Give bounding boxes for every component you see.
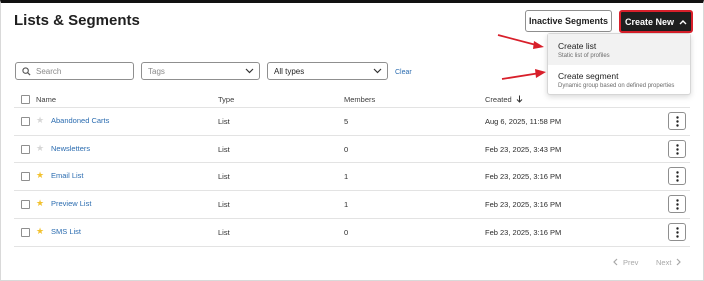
row-actions-button[interactable]	[668, 167, 686, 185]
list-created: Feb 23, 2025, 3:43 PM	[485, 145, 562, 154]
chevron-right-icon	[676, 258, 682, 266]
chevron-down-icon	[245, 68, 254, 74]
list-type: List	[218, 172, 230, 181]
menu-item-title: Create list	[558, 41, 597, 51]
list-members: 0	[344, 228, 349, 237]
list-type: List	[218, 228, 230, 237]
create-new-menu: Create list Static list of profiles Crea…	[547, 33, 691, 95]
menu-item-subtitle: Static list of profiles	[558, 53, 610, 59]
row-divider	[14, 218, 690, 219]
row-divider	[14, 246, 690, 247]
row-checkbox[interactable]	[21, 228, 30, 237]
star-icon[interactable]: ★	[36, 171, 44, 180]
column-header-created[interactable]: Created	[485, 95, 523, 104]
row-actions-button[interactable]	[668, 112, 686, 130]
more-vertical-icon	[675, 170, 679, 182]
next-label: Next	[656, 258, 672, 267]
more-vertical-icon	[675, 198, 679, 210]
star-icon[interactable]: ★	[36, 227, 44, 236]
annotation-arrow-icon	[501, 69, 546, 80]
clear-filters-link[interactable]: Clear	[395, 69, 412, 76]
column-header-type[interactable]: Type	[218, 95, 234, 104]
inactive-segments-button[interactable]: Inactive Segments	[525, 10, 612, 32]
search-icon	[22, 66, 31, 76]
list-name-link[interactable]: Newsletters	[51, 144, 90, 153]
type-select[interactable]: All types	[267, 62, 388, 80]
chevron-left-icon	[613, 258, 618, 266]
list-created: Feb 23, 2025, 3:16 PM	[485, 172, 562, 181]
list-members: 1	[344, 172, 349, 181]
menu-item-create-list[interactable]: Create list Static list of profiles	[548, 34, 690, 65]
row-divider	[14, 135, 690, 136]
next-page-button[interactable]: Next	[656, 258, 682, 267]
list-members: 0	[344, 145, 349, 154]
select-all-checkbox[interactable]	[21, 95, 30, 104]
row-actions-button[interactable]	[668, 223, 686, 241]
tags-select[interactable]: Tags	[141, 62, 260, 80]
tags-placeholder: Tags	[148, 66, 165, 76]
row-actions-button[interactable]	[668, 140, 686, 158]
sort-down-arrow-icon	[516, 95, 523, 103]
list-name-link[interactable]: Preview List	[51, 199, 91, 208]
list-type: List	[218, 117, 230, 126]
list-created: Aug 6, 2025, 11:58 PM	[485, 117, 562, 126]
row-checkbox[interactable]	[21, 172, 30, 181]
prev-page-button[interactable]: Prev	[612, 258, 638, 267]
column-header-members[interactable]: Members	[344, 95, 375, 104]
row-actions-button[interactable]	[668, 195, 686, 213]
star-icon[interactable]: ★	[36, 144, 44, 153]
menu-item-create-segment[interactable]: Create segment Dynamic group based on de…	[548, 65, 690, 96]
row-divider	[14, 162, 690, 163]
chevron-down-icon	[373, 68, 382, 74]
header-divider	[14, 107, 690, 108]
list-name-link[interactable]: Abandoned Carts	[51, 116, 109, 125]
menu-item-title: Create segment	[558, 71, 619, 81]
list-type: List	[218, 145, 230, 154]
chevron-up-icon	[679, 19, 687, 24]
more-vertical-icon	[675, 226, 679, 238]
create-new-button[interactable]: Create New	[619, 10, 693, 33]
list-members: 1	[344, 200, 349, 209]
type-select-value: All types	[274, 66, 305, 76]
more-vertical-icon	[675, 143, 679, 155]
list-name-link[interactable]: SMS List	[51, 227, 81, 236]
search-placeholder: Search	[36, 66, 62, 76]
row-checkbox[interactable]	[21, 117, 30, 126]
star-icon[interactable]: ★	[36, 116, 44, 125]
create-new-label: Create New	[624, 16, 675, 27]
row-divider	[14, 190, 690, 191]
row-checkbox[interactable]	[21, 200, 30, 209]
star-icon[interactable]: ★	[36, 199, 44, 208]
list-created: Feb 23, 2025, 3:16 PM	[485, 228, 562, 237]
prev-label: Prev	[623, 258, 639, 267]
annotation-arrow-icon	[497, 34, 544, 49]
page-title: Lists & Segments	[14, 12, 140, 29]
list-type: List	[218, 200, 230, 209]
row-checkbox[interactable]	[21, 145, 30, 154]
menu-item-subtitle: Dynamic group based on defined propertie…	[558, 83, 675, 89]
search-input[interactable]: Search	[15, 62, 134, 80]
column-header-created-label: Created	[485, 95, 512, 104]
column-header-name[interactable]: Name	[36, 95, 56, 104]
list-members: 5	[344, 117, 349, 126]
more-vertical-icon	[675, 115, 679, 127]
list-name-link[interactable]: Email List	[51, 171, 84, 180]
list-created: Feb 23, 2025, 3:16 PM	[485, 200, 562, 209]
